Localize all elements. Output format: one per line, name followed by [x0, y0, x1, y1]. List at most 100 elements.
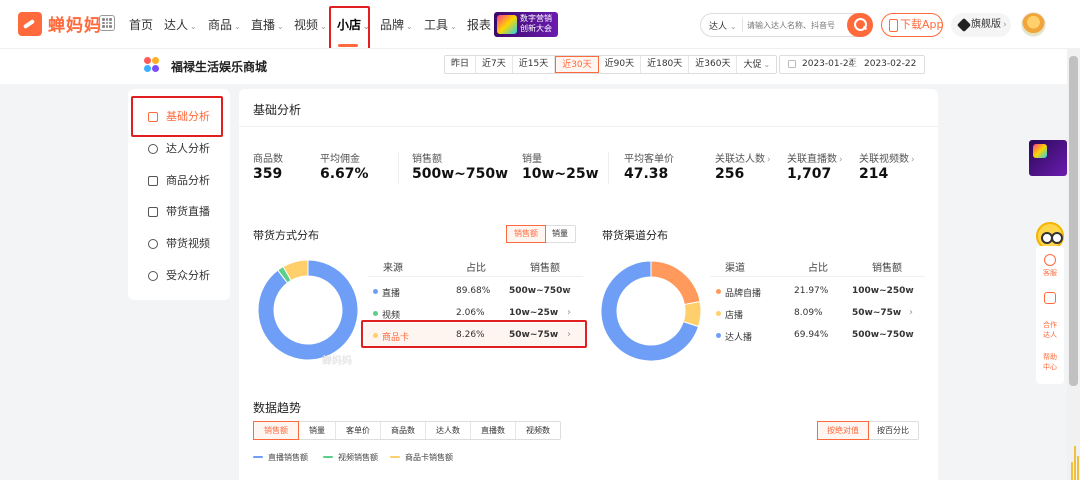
- trend-tab[interactable]: 直播数: [471, 422, 516, 439]
- legend-label: 视频销售额: [338, 453, 378, 462]
- float-service-panel: 客服 合作 达人 帮助 中心: [1036, 246, 1064, 384]
- float-cooperate[interactable]: 合作 达人: [1036, 320, 1064, 340]
- legend-dot: [373, 289, 378, 294]
- channel-header-sales: 销售额: [872, 263, 902, 274]
- legend-item[interactable]: 视频销售额: [323, 452, 378, 463]
- chevron-right-icon[interactable]: ›: [909, 329, 913, 340]
- legend-dot: [716, 311, 721, 316]
- nav-item-brand[interactable]: 品牌 ⌄: [380, 16, 413, 33]
- stat-value: 214: [859, 166, 889, 182]
- event-banner[interactable]: 数字营销 创新大会: [494, 12, 558, 37]
- table-divider: [368, 276, 583, 277]
- row-sales: 50w~75w: [852, 308, 902, 318]
- toggle-sales[interactable]: 销售额: [506, 225, 546, 243]
- date-range-option[interactable]: 近15天: [513, 56, 556, 73]
- search-type-select[interactable]: 达人 ⌄: [709, 19, 737, 32]
- stat-label[interactable]: 关联直播数 ›: [787, 150, 843, 165]
- method-header-source: 来源: [383, 263, 403, 274]
- search-input[interactable]: [747, 17, 839, 33]
- legend-dot: [373, 311, 378, 316]
- date-range-option[interactable]: 近180天: [641, 56, 690, 73]
- sidebar-item-influencer-analysis[interactable]: 达人分析: [128, 134, 230, 164]
- brand-logo[interactable]: 蝉妈妈: [18, 11, 102, 36]
- stat-label: 销量: [522, 154, 542, 165]
- toggle-volume[interactable]: 销量: [545, 226, 575, 242]
- row-share: 8.09%: [794, 308, 823, 318]
- shop-name: 福禄生活娱乐商城: [171, 60, 268, 74]
- sidebar-item-live-selling[interactable]: 带货直播: [128, 197, 230, 227]
- table-divider: [710, 276, 925, 277]
- legend-dot: [716, 333, 721, 338]
- apps-grid-icon[interactable]: [99, 15, 115, 31]
- method-donut-chart: [257, 259, 359, 361]
- watermark: 蝉妈妈: [322, 356, 352, 367]
- chevron-right-icon[interactable]: ›: [567, 285, 571, 296]
- donut-slice-品牌自播[interactable]: [650, 260, 701, 306]
- float-customer-service[interactable]: 客服: [1036, 268, 1064, 278]
- nav-item-video[interactable]: 视频 ⌄: [294, 16, 327, 33]
- stat-value: 359: [253, 166, 283, 182]
- date-range-promo-select[interactable]: 大促 ⌄: [737, 56, 776, 73]
- event-logo-icon: [497, 15, 517, 34]
- nav-item-tools[interactable]: 工具 ⌄: [424, 16, 457, 33]
- chevron-right-icon: ›: [1003, 20, 1007, 30]
- trend-tab[interactable]: 达人数: [426, 422, 471, 439]
- nav-item-product[interactable]: 商品 ⌄: [208, 16, 241, 33]
- chevron-right-icon[interactable]: ›: [909, 285, 913, 296]
- sidebar-item-audience-analysis[interactable]: 受众分析: [128, 261, 230, 291]
- legend-label: 商品卡销售额: [405, 453, 453, 462]
- flagship-plan-button[interactable]: 旗舰版 ›: [951, 13, 1011, 37]
- trend-tab[interactable]: 客单价: [336, 422, 381, 439]
- chevron-right-icon[interactable]: ›: [567, 307, 571, 318]
- headset-icon: [1044, 254, 1056, 266]
- stat-value: 500w~750w: [412, 166, 509, 182]
- nav-item-report[interactable]: 报表: [467, 16, 491, 33]
- sidebar-item-video-selling[interactable]: 带货视频: [128, 229, 230, 259]
- chevron-right-icon: ›: [839, 155, 843, 165]
- mode-absolute[interactable]: 按绝对值: [817, 421, 869, 440]
- sidebar-item-product-analysis[interactable]: 商品分析: [128, 166, 230, 196]
- trend-tab[interactable]: 销量: [299, 422, 336, 439]
- stat-divider: [608, 152, 609, 184]
- nav-item-home[interactable]: 首页: [129, 16, 153, 33]
- date-range-option[interactable]: 近30天: [555, 56, 599, 73]
- scrollbar-thumb[interactable]: [1069, 56, 1078, 386]
- float-help-center[interactable]: 帮助 中心: [1036, 352, 1064, 372]
- avatar[interactable]: [1021, 12, 1046, 37]
- legend-item[interactable]: 直播销售额: [253, 452, 308, 463]
- search-divider: [742, 18, 743, 32]
- stat-label: 商品数: [253, 154, 283, 165]
- mode-percent[interactable]: 按百分比: [868, 422, 918, 439]
- stat-label[interactable]: 关联达人数 ›: [715, 150, 771, 165]
- trend-tab[interactable]: 视频数: [516, 422, 560, 439]
- shop-logo-icon: [144, 57, 159, 72]
- legend-line-icon: [390, 456, 400, 458]
- chevron-right-icon: ›: [767, 155, 771, 165]
- date-picker[interactable]: 2023-01-24 至 2023-02-22: [779, 55, 925, 74]
- date-range-option[interactable]: 近90天: [599, 56, 642, 73]
- nav-item-live[interactable]: 直播 ⌄: [251, 16, 284, 33]
- play-icon: [148, 239, 158, 249]
- trend-tab[interactable]: 销售额: [253, 421, 299, 440]
- date-range-option[interactable]: 昨日: [445, 56, 477, 73]
- float-event-ad[interactable]: [1029, 140, 1067, 176]
- audience-icon: [148, 271, 158, 281]
- date-range-option[interactable]: 近7天: [476, 56, 513, 73]
- channel-header-channel: 渠道: [725, 263, 745, 274]
- trend-tab[interactable]: 商品数: [381, 422, 426, 439]
- legend-item[interactable]: 商品卡销售额: [390, 452, 453, 463]
- brand-name: 蝉妈妈: [48, 16, 102, 36]
- legend-line-icon: [253, 456, 263, 458]
- nav-item-influencer[interactable]: 达人 ⌄: [164, 16, 197, 33]
- sidebar-highlight: [131, 96, 223, 137]
- download-app-button[interactable]: 下载App: [881, 13, 944, 37]
- chevron-right-icon[interactable]: ›: [909, 307, 913, 318]
- row-sales: 10w~25w: [509, 308, 559, 318]
- date-range-option[interactable]: 近360天: [689, 56, 738, 73]
- stat-label[interactable]: 关联视频数 ›: [859, 150, 915, 165]
- search-button[interactable]: [847, 13, 873, 37]
- qr-icon[interactable]: [1044, 292, 1056, 304]
- row-name: 店播: [725, 311, 744, 321]
- row-share: 89.68%: [456, 286, 491, 296]
- person-icon: [148, 144, 158, 154]
